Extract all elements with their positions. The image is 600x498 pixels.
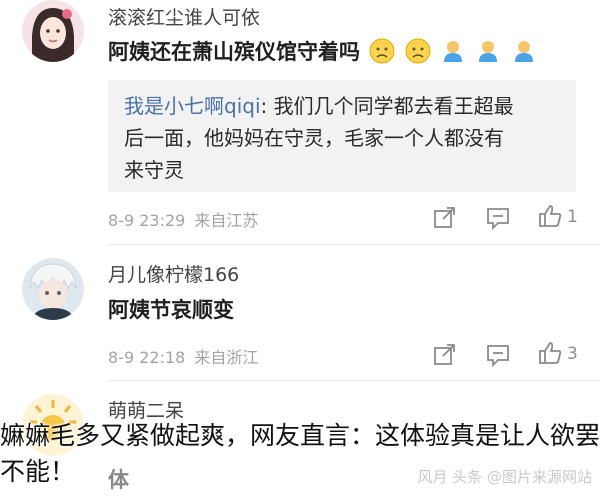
comment-icon[interactable] [485,205,511,231]
avatar[interactable] [22,258,84,320]
like-icon[interactable] [537,340,563,366]
datetime: 8-9 22:18 [108,348,186,367]
location: 来自浙江 [194,348,259,367]
username[interactable]: 月儿像柠檬166 [108,260,239,287]
comment-icon[interactable] [485,342,511,368]
like-count: 1 [567,207,578,227]
person-icon [440,38,466,69]
reply-line-3: 来守灵 [124,158,184,182]
comment-text-body: 阿姨还在萧山殡仪馆守着吗 [108,40,360,64]
username[interactable]: 滚滚红尘谁人可依 [108,3,260,30]
comment-text: 阿姨节哀顺变 [108,298,234,322]
reply-author[interactable]: 我是小七啊qiqi [124,94,261,118]
divider [108,380,600,381]
divider [108,244,600,245]
sad-face-icon [369,38,395,69]
reply-line-1: 我是小七啊qiqi: 我们几个同学都去看王超最 [124,90,514,119]
comment-text: 阿姨还在萧山殡仪馆守着吗 [108,36,537,69]
comment-2: 月儿像柠檬166 阿姨节哀顺变 8-9 22:18 来自浙江 3 [0,252,600,382]
like-icon[interactable] [537,203,563,229]
comment-meta: 8-9 22:18 来自浙江 [108,344,258,368]
share-icon[interactable] [432,342,458,368]
reply-box[interactable]: 我是小七啊qiqi: 我们几个同学都去看王超最 后一面，他妈妈在守灵，毛家一个人… [108,80,576,192]
avatar[interactable] [22,0,84,62]
sad-face-icon [405,38,431,69]
comment-meta: 8-9 23:29 来自江苏 [108,207,258,231]
like-count: 3 [567,344,578,364]
reply-text: : 我们几个同学都去看王超最 [260,94,514,118]
comment-1: 滚滚红尘谁人可依 阿姨还在萧山殡仪馆守着吗 我是小七啊qiqi: 我们几个同学都… [0,0,600,250]
watermark: 风月 头条 @图片来源网站 [417,468,592,486]
location: 来自江苏 [194,211,259,230]
datetime: 8-9 23:29 [108,211,186,230]
person-icon [475,38,501,69]
person-icon [511,38,537,69]
reply-line-2: 后一面，他妈妈在守灵，毛家一个人都没有 [124,126,504,150]
share-icon[interactable] [432,205,458,231]
